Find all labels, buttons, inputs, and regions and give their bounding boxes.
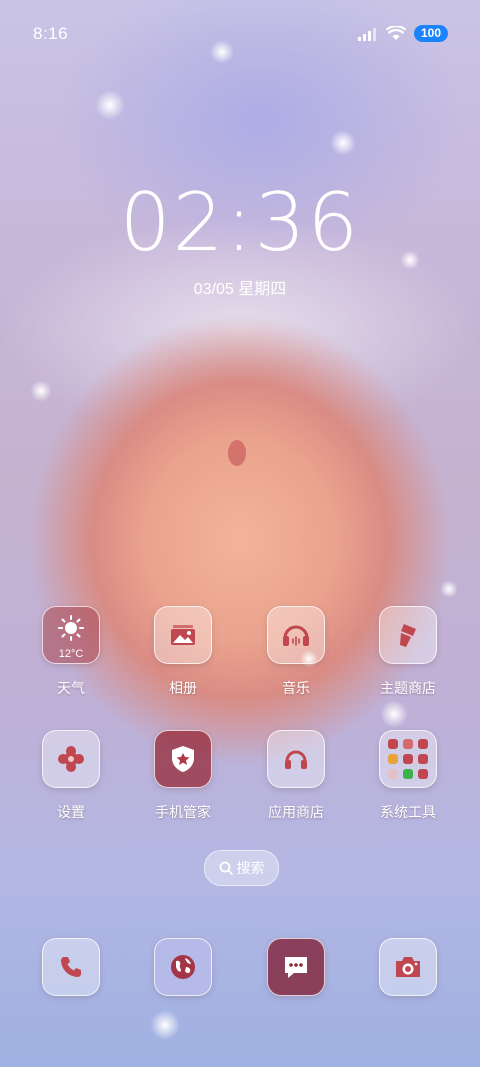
weather-temp: 12°C xyxy=(58,648,84,660)
app-label: 系统工具 xyxy=(380,804,436,820)
folder-mini-icon xyxy=(418,754,428,764)
theme-store-icon xyxy=(379,606,437,664)
search-button[interactable]: 搜索 xyxy=(204,850,279,886)
folder-mini-icon xyxy=(403,739,413,749)
app-gallery[interactable]: 相册 xyxy=(133,606,233,698)
folder-mini-icon xyxy=(403,754,413,764)
status-time: 8:16 xyxy=(33,24,69,43)
gear-icon xyxy=(42,730,100,788)
folder-mini-icon xyxy=(388,754,398,764)
app-theme-store[interactable]: 主题商店 xyxy=(358,606,458,698)
dock-phone[interactable] xyxy=(21,938,121,996)
folder-mini-icon xyxy=(418,739,428,749)
folder-mini-icon xyxy=(403,769,413,779)
app-weather[interactable]: 12°C 天气 xyxy=(21,606,121,698)
folder-icon xyxy=(379,730,437,788)
dock-messages[interactable] xyxy=(246,938,346,996)
app-app-store[interactable]: 应用商店 xyxy=(246,730,346,822)
app-label: 相册 xyxy=(169,680,197,696)
dock-browser[interactable] xyxy=(133,938,233,996)
wifi-icon xyxy=(385,26,406,40)
app-label: 设置 xyxy=(57,804,85,820)
folder-mini-icon xyxy=(418,769,428,779)
browser-globe-icon xyxy=(154,938,212,996)
phone-manager-shield-icon xyxy=(154,730,212,788)
messages-icon xyxy=(267,938,325,996)
app-label: 音乐 xyxy=(282,680,310,696)
wallpaper xyxy=(0,0,480,1067)
folder-mini-icon xyxy=(388,769,398,779)
search-icon xyxy=(219,861,233,875)
app-label: 应用商店 xyxy=(268,804,324,820)
search-label: 搜索 xyxy=(236,860,265,876)
peach-stem-dimple xyxy=(228,440,246,466)
app-label: 手机管家 xyxy=(155,804,211,820)
camera-icon xyxy=(379,938,437,996)
weather-sun-icon: 12°C xyxy=(42,606,100,664)
status-icons: 100 xyxy=(357,25,448,42)
status-bar: 8:16 100 xyxy=(0,0,480,68)
app-phone-manager[interactable]: 手机管家 xyxy=(133,730,233,822)
signal-icon xyxy=(357,27,376,41)
dock-camera[interactable] xyxy=(358,938,458,996)
lockscreen-date: 03/05 星期四 xyxy=(193,281,287,298)
gallery-icon xyxy=(154,606,212,664)
lockscreen-clock: 02:36 xyxy=(119,176,361,269)
music-icon xyxy=(267,606,325,664)
app-music[interactable]: 音乐 xyxy=(246,606,346,698)
phone-icon xyxy=(42,938,100,996)
battery-indicator: 100 xyxy=(413,25,448,42)
app-label: 主题商店 xyxy=(380,680,436,696)
app-store-icon xyxy=(267,730,325,788)
folder-mini-icon xyxy=(388,739,398,749)
app-label: 天气 xyxy=(57,680,85,696)
app-system-tools-folder[interactable]: 系统工具 xyxy=(358,730,458,822)
app-settings[interactable]: 设置 xyxy=(21,730,121,822)
